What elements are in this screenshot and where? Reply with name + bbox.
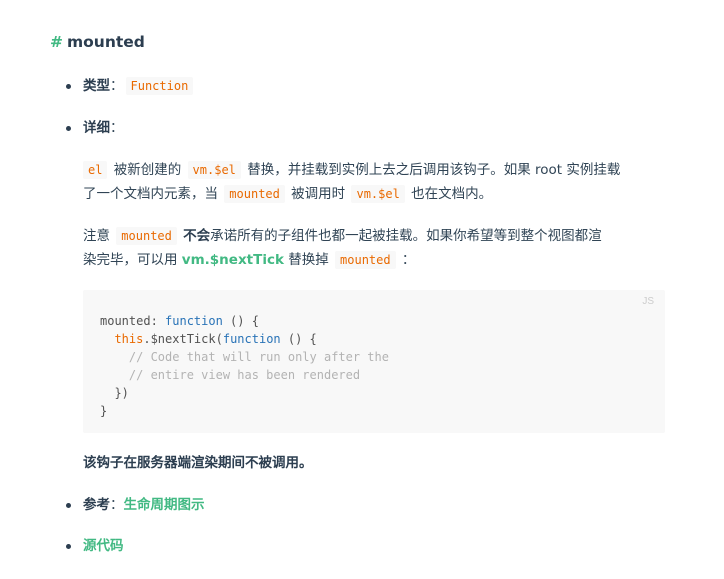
heading-anchor-link[interactable]: # [50, 33, 63, 51]
bullet-dot [66, 503, 71, 508]
reference-colon: ： [110, 497, 124, 513]
heading-title: mounted [67, 33, 145, 51]
code-keyword: this [114, 332, 144, 346]
paragraph-text: 替换，并挂载到实例上去之后调用该钩子。如果 root 实例挂载 [247, 162, 621, 178]
ssr-note: 该钩子在服务器端渲染期间不被调用。 [83, 455, 313, 471]
bullet-dot [66, 84, 71, 89]
code-language-label: JS [642, 296, 654, 307]
detail-label: 详细 [83, 120, 110, 136]
code-comment: // entire view has been rendered [100, 368, 361, 382]
type-colon: ： [110, 78, 124, 94]
type-label: 类型 [83, 78, 110, 94]
paragraph-text: 被调用时 [291, 186, 346, 202]
inline-code: mounted [335, 251, 396, 269]
bullet-dot [66, 544, 71, 549]
paragraph-text: 注意 [83, 228, 110, 244]
inline-code: el [83, 161, 108, 179]
nexttick-link[interactable]: vm.$nextTick [182, 252, 284, 268]
reference-label: 参考 [83, 497, 110, 513]
code-block: JS mounted: function () { this.$nextTick… [83, 290, 665, 433]
code-token: () { [222, 314, 259, 328]
detail-paragraph-2: 注意 mounted 不会承诺所有的子组件也都一起被挂载。如果你希望等到整个视图… [83, 224, 673, 272]
code-keyword: function [165, 314, 223, 328]
paragraph-text: 承诺所有的子组件也都一起被挂载。如果你希望等到整个视图都渲 [210, 228, 602, 244]
code-token: () { [280, 332, 317, 346]
code-content: mounted: function () { this.$nextTick(fu… [100, 312, 389, 420]
source-code-link[interactable]: 源代码 [83, 538, 124, 554]
code-token: mounted: [100, 314, 166, 328]
bold-text: 不会 [183, 228, 211, 244]
paragraph-text: 染完毕，可以用 [83, 252, 178, 268]
paragraph-text: 了一个文档内元素，当 [83, 186, 218, 202]
lifecycle-diagram-link[interactable]: 生命周期图示 [124, 497, 205, 513]
code-token: .$nextTick( [143, 332, 223, 346]
source-item: 源代码 [83, 535, 124, 557]
inline-code: mounted [224, 185, 285, 203]
inline-code: vm.$el [351, 185, 405, 203]
type-value: Function [125, 77, 194, 95]
code-token: }) [100, 386, 129, 400]
code-token: } [100, 404, 108, 418]
inline-code: mounted [116, 227, 177, 245]
paragraph-text: 也在文档内。 [411, 186, 493, 202]
section-heading: # mounted [50, 30, 145, 54]
type-item: 类型： Function [83, 75, 195, 97]
paragraph-text: 被新创建的 [113, 162, 182, 178]
paragraph-text: ： [401, 252, 416, 268]
code-comment: // Code that will run only after the [100, 350, 389, 364]
detail-colon: ： [110, 120, 124, 136]
detail-item: 详细： [83, 117, 124, 139]
paragraph-text: 替换掉 [288, 252, 329, 268]
code-keyword: function [222, 332, 281, 346]
reference-item: 参考：生命周期图示 [83, 494, 205, 516]
inline-code: vm.$el [187, 161, 241, 179]
bullet-dot [66, 126, 71, 131]
detail-paragraph-1: el 被新创建的 vm.$el 替换，并挂载到实例上去之后调用该钩子。如果 ro… [83, 158, 673, 206]
